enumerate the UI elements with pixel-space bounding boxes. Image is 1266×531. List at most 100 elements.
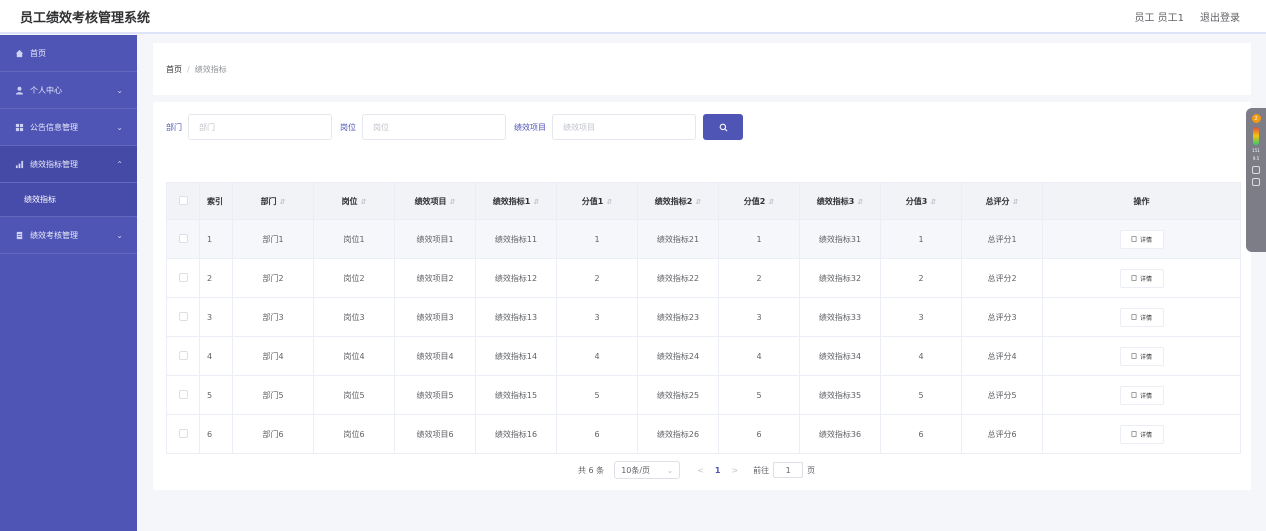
current-user[interactable]: 员工 员工1 — [1134, 9, 1184, 24]
sidebar-item-personal-center[interactable]: 个人中心 ⌄ — [0, 72, 137, 109]
goto-page-input[interactable] — [773, 462, 804, 478]
column-header-post[interactable]: 岗位 ⇵ — [313, 182, 395, 220]
table-body: 1 部门1 岗位1 绩效项目1 绩效指标11 1 绩效指标21 1 绩效指标31 1 总评分1 详情 2… — [166, 219, 1241, 454]
table-cell: 绩效指标23 — [637, 297, 719, 337]
refresh-icon[interactable] — [1252, 165, 1260, 174]
page-number-current[interactable]: 1 — [715, 466, 721, 475]
detail-button[interactable]: 详情 — [1119, 229, 1164, 249]
table-cell: 绩效项目1 — [394, 219, 476, 259]
notification-badge[interactable]: 2 — [1251, 114, 1261, 123]
sidebar-item-announcements[interactable]: 公告信息管理 ⌄ — [0, 109, 137, 146]
post-input[interactable] — [362, 114, 506, 140]
floating-toolbar[interactable]: 2 151 9.5 — [1246, 108, 1266, 252]
document-icon — [1131, 431, 1137, 437]
chevron-down-icon: ⌄ — [116, 85, 123, 95]
table-row[interactable]: 6 部门6 岗位6 绩效项目6 绩效指标16 6 绩效指标26 6 绩效指标36 6 总评分6 详情 — [166, 414, 1241, 454]
row-checkbox[interactable] — [166, 219, 200, 259]
table-cell: 部门4 — [232, 336, 314, 376]
column-header-project[interactable]: 绩效项目 ⇵ — [394, 182, 476, 220]
table-cell: 岗位6 — [313, 414, 395, 454]
screenshot-icon[interactable] — [1252, 177, 1260, 186]
next-page-icon[interactable]: > — [731, 466, 738, 475]
table-cell: 6 — [880, 414, 962, 454]
table-cell: 2 — [199, 258, 233, 298]
column-header-indicator2[interactable]: 绩效指标2 ⇵ — [637, 182, 719, 220]
table-row[interactable]: 2 部门2 岗位2 绩效项目2 绩效指标12 2 绩效指标22 2 绩效指标32 2 总评分2 详情 — [166, 258, 1241, 298]
sidebar-subitem-label: 绩效指标 — [24, 195, 56, 204]
sidebar-item-label: 个人中心 — [30, 85, 62, 95]
table-row[interactable]: 4 部门4 岗位4 绩效项目4 绩效指标14 4 绩效指标24 4 绩效指标34 4 总评分4 详情 — [166, 336, 1241, 376]
table-cell: 绩效指标13 — [475, 297, 557, 337]
document-icon — [1131, 392, 1137, 398]
column-header-score1[interactable]: 分值1 ⇵ — [556, 182, 638, 220]
actions-cell: 详情 — [1042, 414, 1241, 454]
column-header-indicator1[interactable]: 绩效指标1 ⇵ — [475, 182, 557, 220]
detail-button-label: 详情 — [1139, 275, 1152, 283]
breadcrumb-separator: / — [187, 64, 190, 74]
row-checkbox[interactable] — [166, 375, 200, 415]
table-cell: 5 — [880, 375, 962, 415]
row-checkbox[interactable] — [166, 258, 200, 298]
detail-button[interactable]: 详情 — [1119, 346, 1164, 366]
row-checkbox[interactable] — [166, 414, 200, 454]
chevron-down-icon: ⌄ — [116, 230, 123, 240]
table-cell: 6 — [199, 414, 233, 454]
column-header-score3[interactable]: 分值3 ⇵ — [880, 182, 962, 220]
document-icon — [14, 230, 24, 240]
prev-page-icon[interactable]: < — [697, 466, 704, 475]
table-cell: 2 — [556, 258, 638, 298]
sidebar-item-indicator-management[interactable]: 绩效指标管理 ⌃ — [0, 146, 137, 183]
table-cell: 绩效项目2 — [394, 258, 476, 298]
logout-link[interactable]: 退出登录 — [1200, 9, 1240, 24]
document-icon — [1131, 236, 1137, 242]
sidebar-item-label: 绩效考核管理 — [30, 230, 78, 240]
table-cell: 绩效指标35 — [799, 375, 881, 415]
detail-button-label: 详情 — [1139, 353, 1152, 361]
search-icon — [719, 123, 727, 131]
detail-button[interactable]: 详情 — [1119, 307, 1164, 327]
table-cell: 2 — [718, 258, 800, 298]
goto-label: 前往 — [753, 465, 770, 475]
sidebar-subitem-indicators[interactable]: 绩效指标 — [0, 183, 137, 217]
row-checkbox[interactable] — [166, 297, 200, 337]
sort-icon: ⇵ — [279, 197, 286, 206]
page-size-select[interactable]: 10条/页 ⌄ — [614, 461, 681, 479]
table-cell: 绩效指标12 — [475, 258, 557, 298]
sidebar-item-assessment-management[interactable]: 绩效考核管理 ⌄ — [0, 217, 137, 254]
sidebar-item-home[interactable]: 首页 — [0, 35, 137, 72]
table-cell: 绩效指标36 — [799, 414, 881, 454]
table-cell: 3 — [718, 297, 800, 337]
table-cell: 4 — [199, 336, 233, 376]
table-cell: 岗位1 — [313, 219, 395, 259]
column-header-dept[interactable]: 部门 ⇵ — [232, 182, 314, 220]
search-button[interactable] — [703, 114, 743, 140]
sidebar-item-label: 公告信息管理 — [30, 122, 78, 132]
table-cell: 绩效指标34 — [799, 336, 881, 376]
main-panel: 部门 岗位 绩效项目 索引 部门⇵ 岗位⇵ 绩效项目⇵ 绩效指标1⇵ 分值1⇵ — [153, 102, 1251, 490]
row-checkbox[interactable] — [166, 336, 200, 376]
table-cell: 绩效指标22 — [637, 258, 719, 298]
dept-input[interactable] — [188, 114, 332, 140]
sidebar-item-label: 绩效指标管理 — [30, 159, 78, 169]
sidebar-item-label: 首页 — [30, 48, 46, 58]
column-header-indicator3[interactable]: 绩效指标3 ⇵ — [799, 182, 881, 220]
detail-button[interactable]: 详情 — [1119, 268, 1164, 288]
breadcrumb-home[interactable]: 首页 — [166, 64, 182, 75]
select-all-checkbox[interactable] — [166, 182, 200, 220]
home-icon — [14, 48, 24, 58]
detail-button[interactable]: 详情 — [1119, 424, 1164, 444]
table-cell: 绩效指标33 — [799, 297, 881, 337]
table-row[interactable]: 5 部门5 岗位5 绩效项目5 绩效指标15 5 绩效指标25 5 绩效指标35 5 总评分5 详情 — [166, 375, 1241, 415]
indicator-table: 索引 部门 ⇵ 岗位 ⇵ 绩效项目 ⇵ 绩效指标1 ⇵ 分值1 ⇵ 绩效指标2 ⇵ 分值2 ⇵… — [166, 182, 1241, 454]
detail-button[interactable]: 详情 — [1119, 385, 1164, 405]
sort-icon: ⇵ — [695, 197, 702, 206]
pagination: 共 6 条 10条/页 ⌄ < 1 > 前往 页 — [578, 461, 815, 479]
project-input[interactable] — [552, 114, 696, 140]
table-row[interactable]: 1 部门1 岗位1 绩效项目1 绩效指标11 1 绩效指标21 1 绩效指标31 1 总评分1 详情 — [166, 219, 1241, 259]
traffic-light-icon — [1253, 127, 1259, 145]
top-bar: 员工绩效考核管理系统 员工 员工1 退出登录 — [0, 0, 1266, 34]
column-header-total[interactable]: 总评分 ⇵ — [961, 182, 1043, 220]
table-cell: 部门3 — [232, 297, 314, 337]
table-row[interactable]: 3 部门3 岗位3 绩效项目3 绩效指标13 3 绩效指标23 3 绩效指标33 3 总评分3 详情 — [166, 297, 1241, 337]
column-header-score2[interactable]: 分值2 ⇵ — [718, 182, 800, 220]
